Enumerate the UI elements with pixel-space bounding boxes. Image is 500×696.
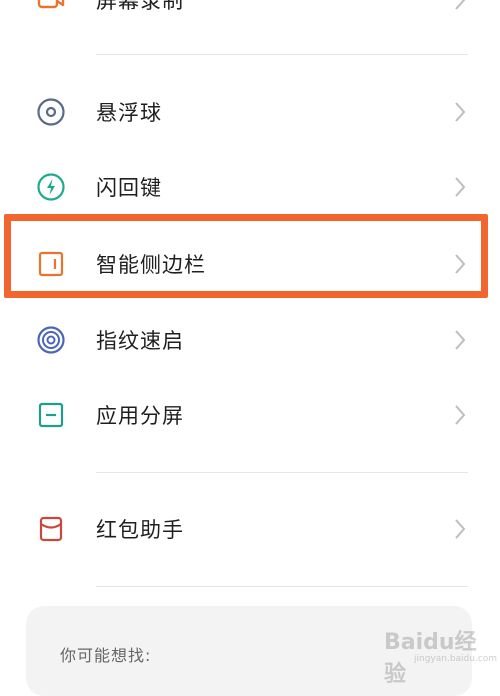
menu-item-label: 悬浮球 [96,101,162,125]
menu-item-floating-ball[interactable]: 悬浮球 [0,77,500,147]
watermark-subtext: jingyan.baidu.com [414,654,498,664]
menu-item-flashback-key[interactable]: 闪回键 [0,152,500,222]
split-screen-icon [36,400,66,430]
menu-item-screen-record[interactable]: 屏幕录制 [0,0,500,35]
divider [96,54,468,55]
menu-item-split-screen[interactable]: 应用分屏 [0,380,500,450]
divider [96,586,468,587]
chevron-right-icon [452,0,468,12]
chevron-right-icon [452,517,468,541]
menu-item-label: 闪回键 [96,176,162,200]
divider [96,472,468,473]
menu-item-red-envelope[interactable]: 红包助手 [0,494,500,564]
suggestions-title: 你可能想找: [60,646,152,665]
floating-ball-icon [36,97,66,127]
menu-item-fingerprint-quick-launch[interactable]: 指纹速启 [0,305,500,375]
menu-item-label: 应用分屏 [96,404,184,428]
menu-item-label: 红包助手 [96,518,184,542]
chevron-right-icon [452,403,468,427]
menu-item-label: 指纹速启 [96,329,184,353]
screen-record-icon [36,0,66,15]
highlight-box [4,214,488,298]
red-envelope-icon [36,514,66,544]
flashback-key-icon [36,172,66,202]
chevron-right-icon [452,175,468,199]
chevron-right-icon [452,100,468,124]
baidu-jingyan-watermark: Baidu经验 jingyan.baidu.com [380,618,498,687]
chevron-right-icon [452,328,468,352]
fingerprint-quick-launch-icon [36,325,66,355]
menu-item-label: 屏幕录制 [96,0,184,13]
